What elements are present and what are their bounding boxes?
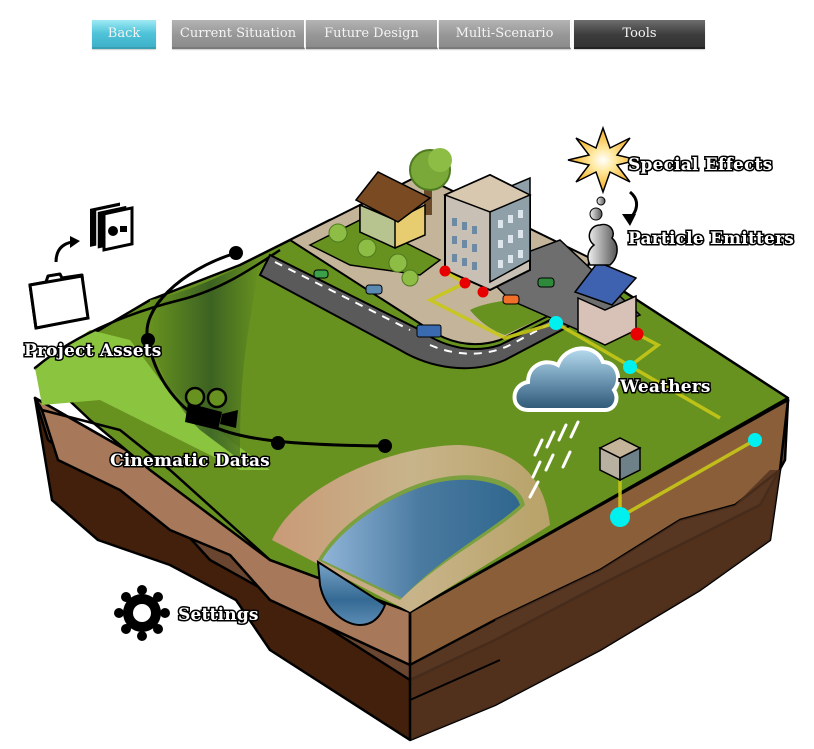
cinematic-datas-label: Cinematic Datas xyxy=(110,451,270,471)
particle-emitters-label: Particle Emitters xyxy=(628,229,794,249)
special-effects-hotspot[interactable]: Special Effects xyxy=(567,125,774,195)
smoke-puff-icon xyxy=(587,196,618,266)
terrain-diagram: Special Effects Particle Emitters Projec… xyxy=(23,125,795,742)
project-assets-label: Project Assets xyxy=(24,341,162,361)
special-effects-label: Special Effects xyxy=(628,155,772,175)
weathers-label: Weathers xyxy=(619,377,711,397)
arrow-head-icon xyxy=(622,214,636,226)
gear-icon xyxy=(114,585,170,641)
sensor-cube-icon xyxy=(598,437,642,482)
particle-emitters-hotspot[interactable]: Particle Emitters xyxy=(587,196,795,266)
settings-label: Settings xyxy=(178,605,259,625)
folder-to-images-icon xyxy=(28,202,134,330)
